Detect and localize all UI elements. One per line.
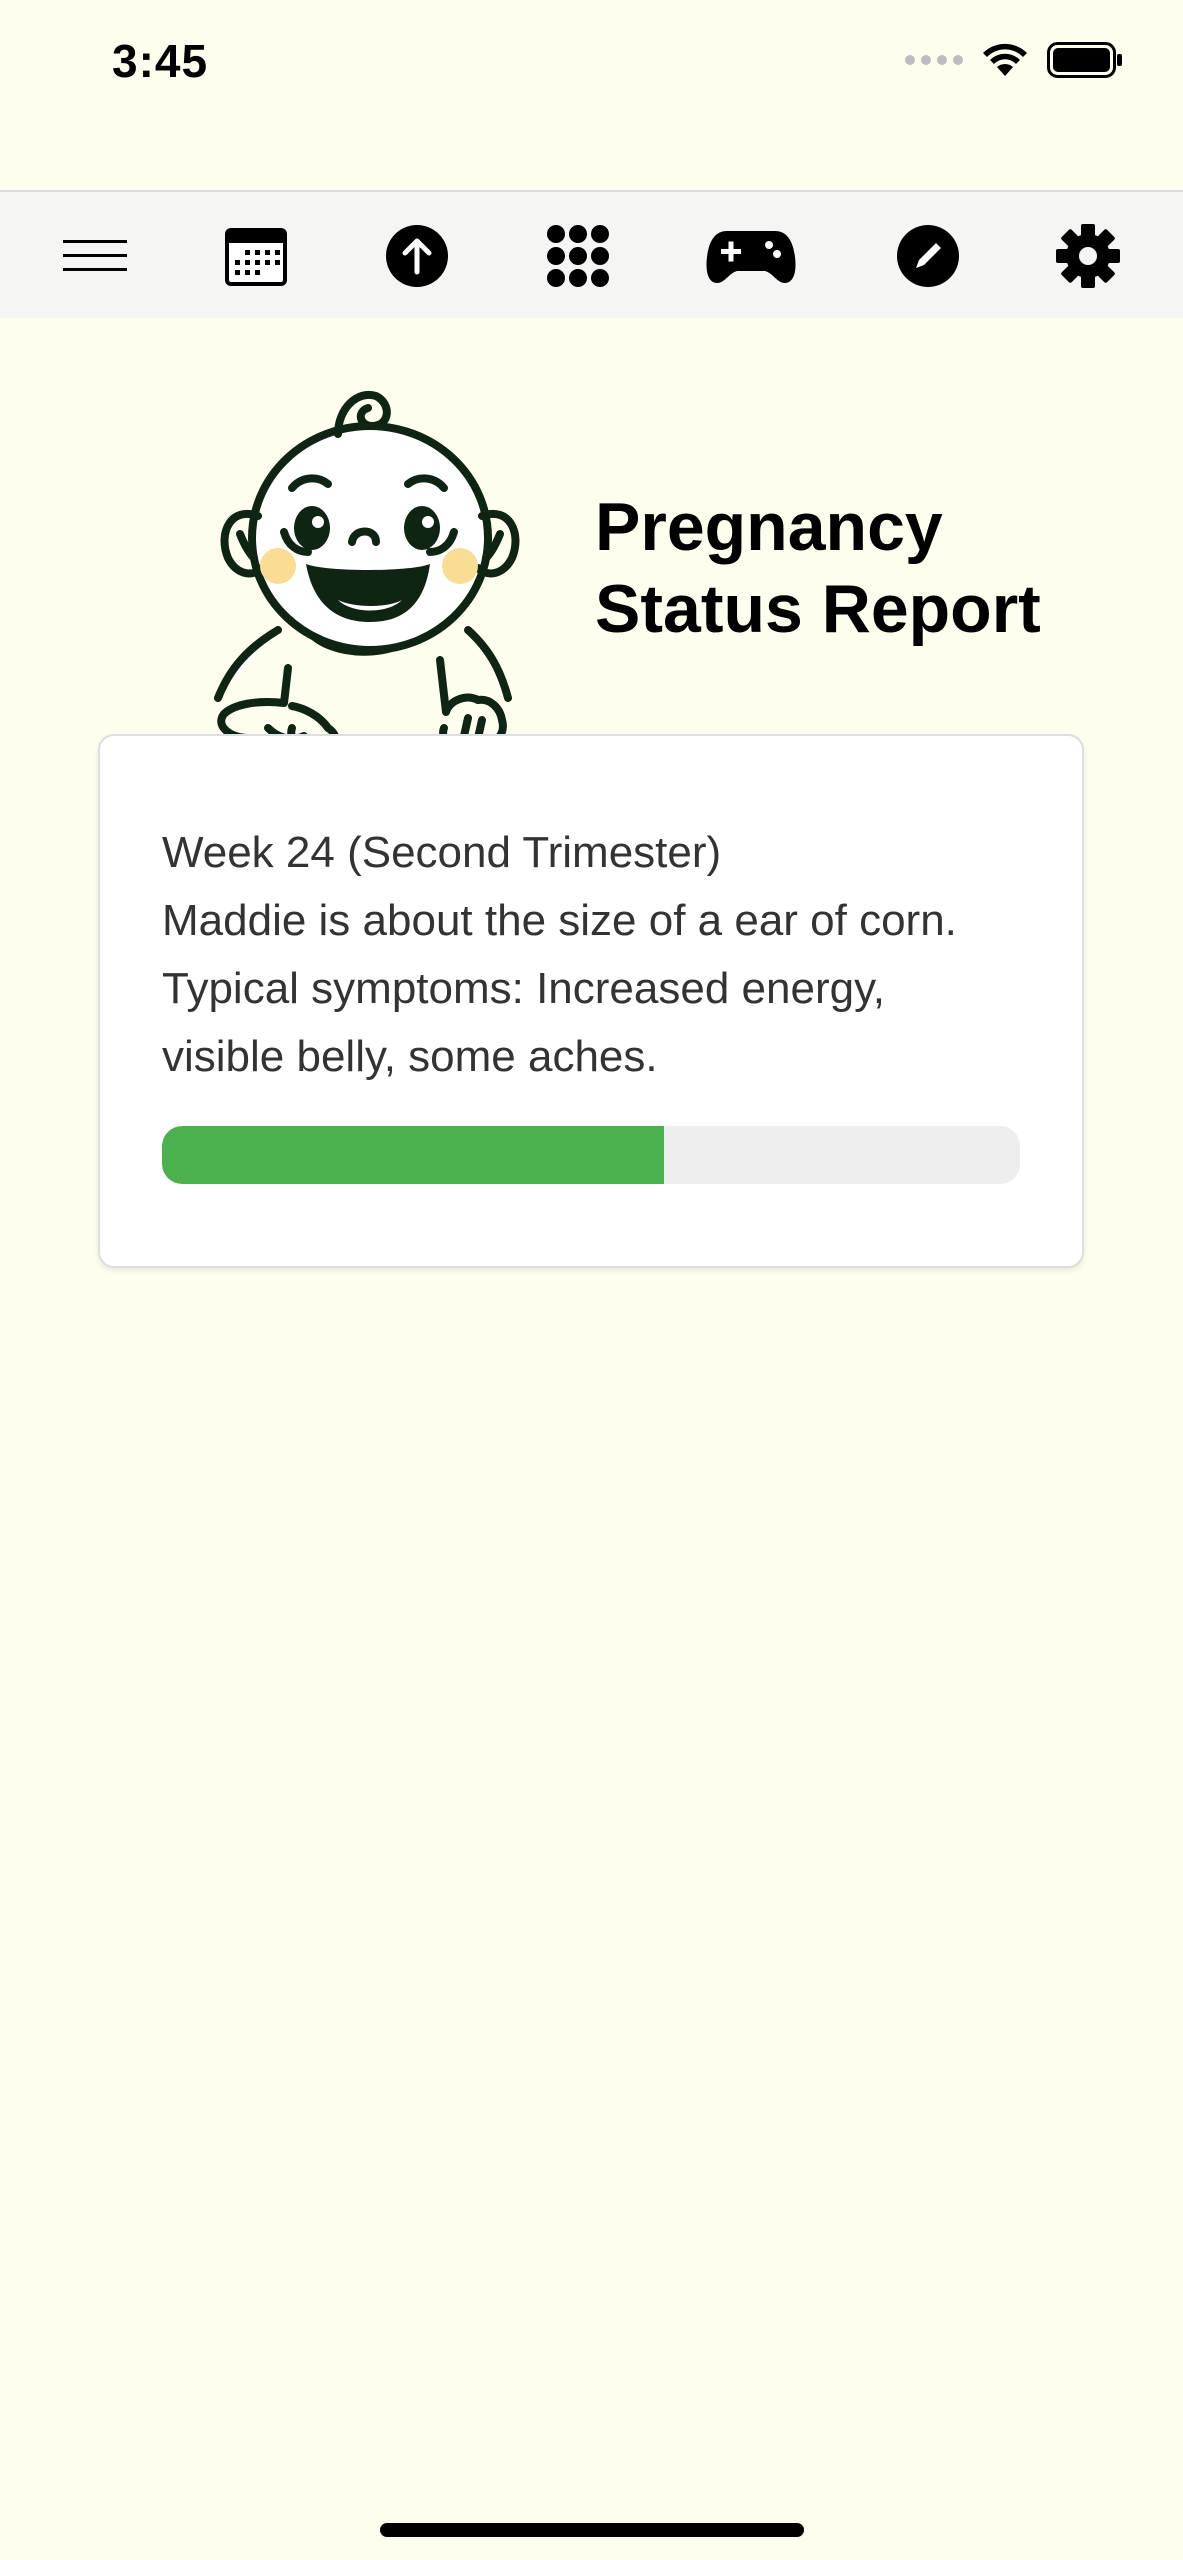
pencil-circle-icon — [897, 225, 959, 287]
gear-icon — [1056, 224, 1120, 288]
settings-button[interactable] — [1048, 220, 1128, 292]
app-screen: 3:45 Pregnancy Status Report Week 24 (Se… — [0, 0, 1183, 2560]
status-time: 3:45 — [112, 35, 209, 87]
size-comparison-text: Maddie is about the size of a ear of cor… — [162, 896, 957, 945]
grid-dots-icon — [547, 225, 609, 287]
calendar-icon — [225, 228, 287, 286]
top-toolbar — [0, 190, 1183, 318]
signal-dots-icon — [905, 55, 963, 65]
edit-button[interactable] — [888, 220, 968, 292]
upload-button[interactable] — [377, 220, 457, 292]
arrow-up-circle-icon — [386, 225, 448, 287]
status-bar: 3:45 — [0, 0, 1183, 130]
baby-illustration — [214, 390, 520, 760]
title-line-1: Pregnancy — [595, 489, 943, 565]
menu-button[interactable] — [55, 220, 135, 292]
apps-button[interactable] — [538, 220, 618, 292]
pregnancy-progress-bar — [162, 1126, 1020, 1184]
status-card: Week 24 (Second Trimester) Maddie is abo… — [98, 734, 1084, 1268]
week-label: Week 24 (Second Trimester) — [162, 828, 722, 877]
home-indicator[interactable] — [380, 2523, 804, 2537]
gamepad-icon — [706, 231, 796, 283]
symptoms-text-line-1: Typical symptoms: Increased energy, — [162, 964, 886, 1013]
hamburger-menu-icon — [63, 240, 127, 271]
wifi-icon — [983, 43, 1027, 76]
title-line-2: Status Report — [595, 571, 1041, 647]
symptoms-text-line-2: visible belly, some aches. — [162, 1032, 658, 1081]
games-button[interactable] — [703, 220, 799, 292]
calendar-button[interactable] — [216, 220, 296, 292]
progress-fill — [162, 1126, 664, 1184]
page-title: Pregnancy Status Report — [595, 486, 1115, 650]
status-icons — [905, 42, 1123, 78]
battery-icon — [1047, 42, 1122, 78]
